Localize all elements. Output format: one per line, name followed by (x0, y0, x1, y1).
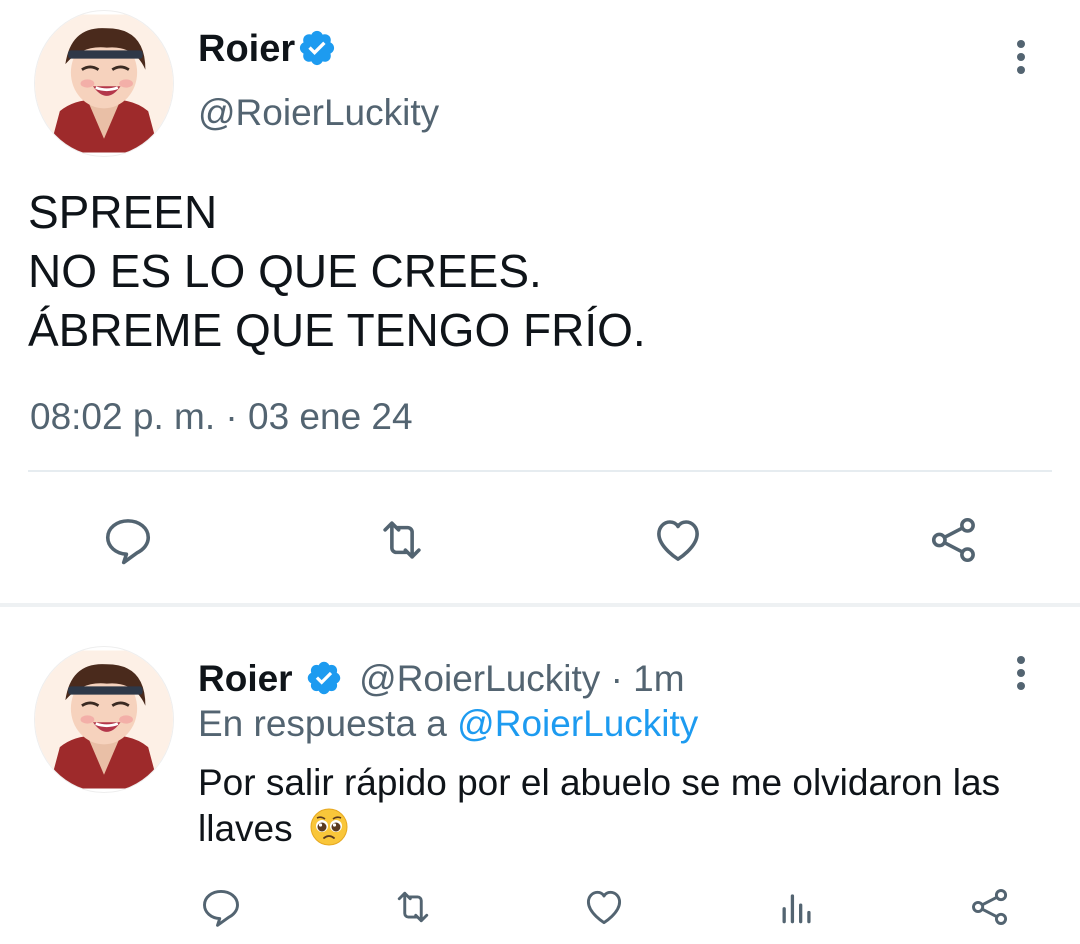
author-name[interactable]: Roier (198, 28, 295, 71)
verified-badge-icon (299, 30, 335, 66)
avatar[interactable] (34, 10, 174, 157)
share-button[interactable] (924, 512, 984, 568)
reply-button[interactable] (100, 512, 156, 568)
reply-tweet-text: Por salir rápido por el abuelo se me olv… (198, 760, 1058, 852)
tweet-text-line: SPREEN (28, 186, 218, 238)
in-reply-to-mention[interactable]: @RoierLuckity (457, 703, 698, 744)
like-icon (586, 890, 622, 925)
retweet-icon (397, 891, 429, 923)
share-icon (972, 889, 1008, 925)
tweet-text: SPREEN NO ES LO QUE CREES. ÁBREME QUE TE… (28, 183, 646, 360)
analytics-icon (782, 894, 811, 924)
reply-icon (203, 889, 239, 927)
reply-icon (105, 519, 151, 565)
share-icon (931, 517, 975, 563)
retweet-button[interactable] (372, 512, 432, 568)
like-icon (657, 520, 699, 561)
author-handle[interactable]: @RoierLuckity (198, 92, 439, 134)
reply-age: · 1m (610, 658, 685, 699)
share-button[interactable] (966, 884, 1014, 930)
like-button[interactable] (580, 884, 628, 930)
in-reply-to-prefix: En respuesta a (198, 703, 447, 744)
more-options-icon[interactable] (1016, 656, 1026, 698)
pleading-face-emoji (310, 808, 348, 846)
more-options-icon[interactable] (1016, 40, 1026, 82)
reply-header: Roier @RoierLuckity · 1m (198, 658, 685, 700)
retweet-icon (383, 521, 421, 559)
reply-author-name[interactable]: Roier (198, 658, 293, 699)
section-separator (0, 603, 1080, 607)
reply-button[interactable] (198, 884, 244, 930)
like-button[interactable] (650, 512, 706, 568)
tweet-text-line: ÁBREME QUE TENGO FRÍO. (28, 304, 646, 356)
tweet-text-line: NO ES LO QUE CREES. (28, 245, 542, 297)
reply-author-handle[interactable]: @RoierLuckity (359, 658, 600, 699)
divider (28, 470, 1052, 472)
reply-avatar[interactable] (34, 646, 174, 793)
retweet-button[interactable] (388, 884, 438, 930)
analytics-button[interactable] (774, 884, 820, 930)
tweet-timestamp[interactable]: 08:02 p. m. · 03 ene 24 (30, 396, 413, 438)
verified-badge-icon (307, 661, 341, 695)
in-reply-to: En respuesta a @RoierLuckity (198, 703, 698, 745)
